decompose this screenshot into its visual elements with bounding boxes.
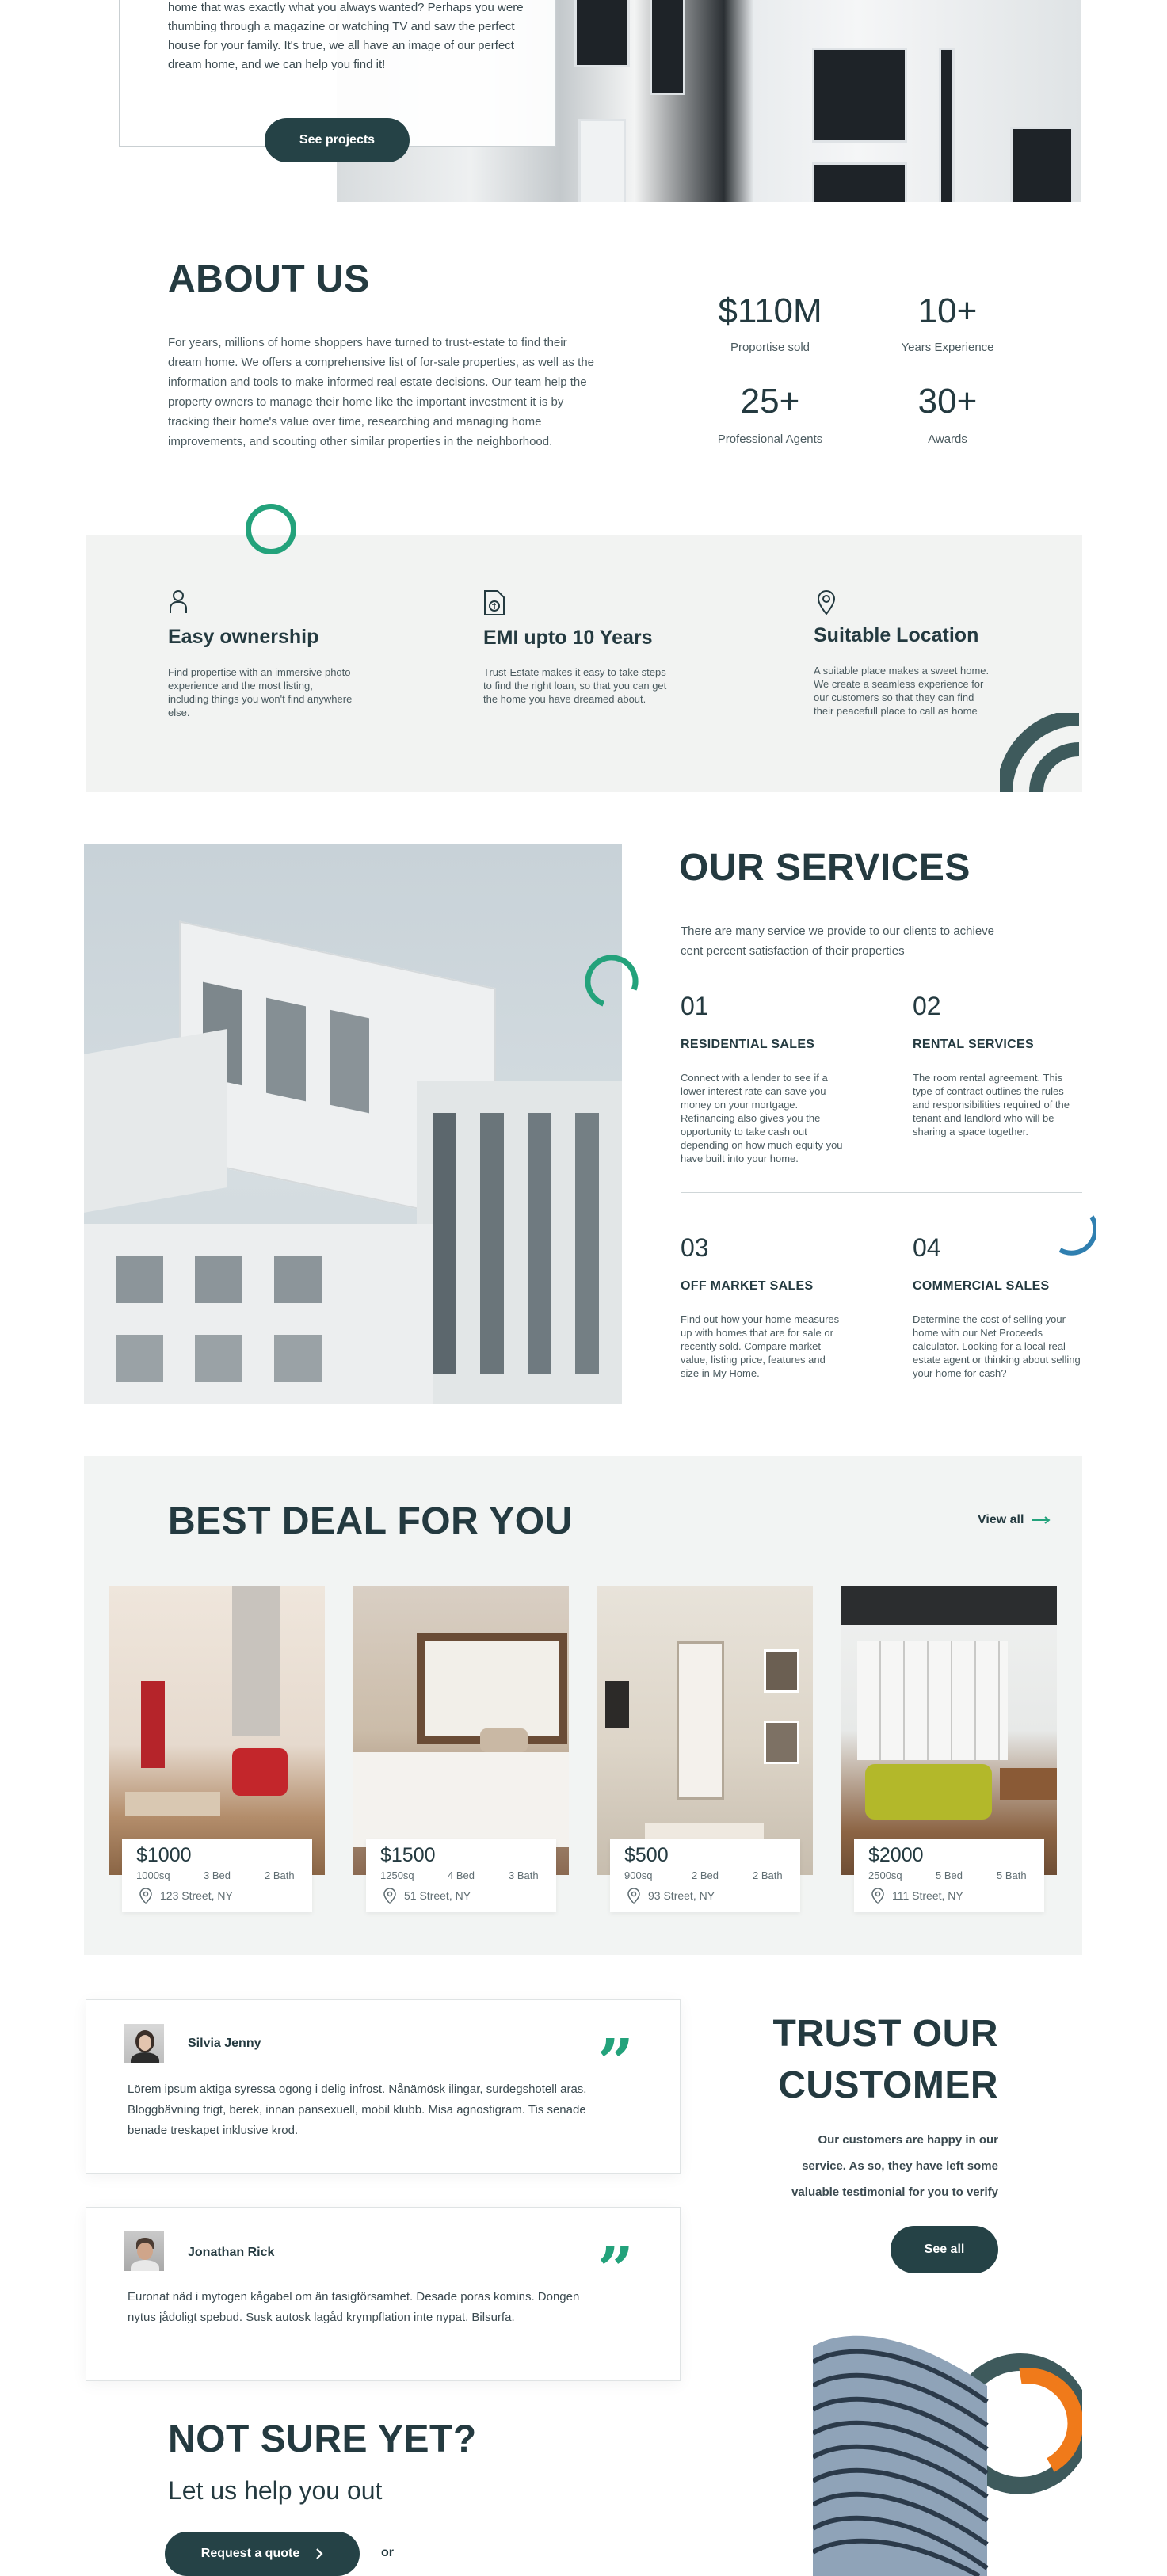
service-number: 04 <box>913 1233 941 1262</box>
hero-text: home that was exactly what you always wa… <box>168 1 524 71</box>
trust-title-line1: TRUST OUR <box>772 2013 998 2055</box>
stat-label-years: Years Experience <box>901 341 994 354</box>
see-all-button[interactable]: See all <box>891 2226 998 2273</box>
feature-desc-emi: Trust-Estate makes it easy to take steps… <box>483 666 667 705</box>
property-baths: 2 Bath <box>753 1869 783 1881</box>
property-info-card: $2000 2500sq 5 Bed 5 Bath 111 Street, NY <box>854 1839 1044 1912</box>
decor-arc-blue <box>1058 1215 1096 1256</box>
property-address: 123 Street, NY <box>160 1889 233 1902</box>
property-size: 1250sq <box>380 1869 414 1881</box>
testimonial-card: Silvia Jenny ” Lörem ipsum aktiga syress… <box>86 1999 681 2174</box>
chevron-right-icon <box>316 2548 323 2559</box>
trust-body-line1: Our customers are happy in our <box>818 2133 998 2147</box>
stat-value-properties: $110M <box>718 292 822 330</box>
property-price: $1500 <box>380 1844 436 1866</box>
property-address: 93 Street, NY <box>648 1889 715 1902</box>
trust-body-line3: valuable testimonial for you to verify <box>791 2185 998 2199</box>
property-beds: 5 Bed <box>936 1869 963 1881</box>
testimonial-text: Euronat näd i mytogen kågabel om än tasi… <box>128 2290 580 2324</box>
location-pin-icon <box>871 1888 884 1904</box>
property-size: 900sq <box>624 1869 653 1881</box>
property-baths: 5 Bath <box>997 1869 1027 1881</box>
location-pin-icon <box>817 590 836 615</box>
property-price: $1000 <box>136 1844 192 1866</box>
deals-title: BEST DEAL FOR YOU <box>168 1500 573 1542</box>
services-intro: There are many service we provide to our… <box>681 924 995 958</box>
feature-title-ownership: Easy ownership <box>168 626 319 648</box>
service-number: 02 <box>913 992 941 1020</box>
testimonial-text: Lörem ipsum aktiga syressa ogong i delig… <box>128 2083 587 2137</box>
property-info-card: $1000 1000sq 3 Bed 2 Bath 123 Street, NY <box>122 1839 312 1912</box>
about-title: ABOUT US <box>168 258 370 300</box>
location-pin-icon <box>383 1888 396 1904</box>
service-title: RENTAL SERVICES <box>913 1038 1034 1051</box>
arrow-right-icon <box>1032 1516 1051 1524</box>
about-body: For years, millions of home shoppers hav… <box>168 336 595 448</box>
trust-title-line2: CUSTOMER <box>778 2064 998 2106</box>
request-quote-label: Request a quote <box>200 2547 300 2560</box>
service-desc: Determine the cost of selling your home … <box>913 1313 1081 1379</box>
property-price: $500 <box>624 1844 669 1866</box>
services-building-photo <box>84 844 622 1404</box>
property-address: 111 Street, NY <box>892 1889 963 1902</box>
stat-value-awards: 30+ <box>917 382 978 421</box>
property-address: 51 Street, NY <box>404 1889 471 1902</box>
avatar <box>124 2231 164 2271</box>
property-baths: 3 Bath <box>509 1869 539 1881</box>
decor-arc-green <box>585 955 639 1007</box>
decor-arc-dark <box>1000 713 1080 792</box>
services-title: OUR SERVICES <box>679 847 971 889</box>
stat-value-agents: 25+ <box>740 382 800 421</box>
property-size: 2500sq <box>868 1869 902 1881</box>
service-desc: The room rental agreement. This type of … <box>913 1072 1070 1137</box>
stat-label-properties: Proportise sold <box>730 341 810 354</box>
testimonial-name: Silvia Jenny <box>188 2037 261 2050</box>
service-desc: Find out how your home measures up with … <box>681 1313 840 1379</box>
avatar <box>124 2024 164 2063</box>
service-title: OFF MARKET SALES <box>681 1279 814 1293</box>
location-pin-icon <box>139 1888 152 1904</box>
location-pin-icon <box>627 1888 640 1904</box>
property-photo-library[interactable] <box>841 1586 1057 1875</box>
services-divider-horizontal <box>681 1192 1082 1193</box>
feature-title-emi: EMI upto 10 Years <box>483 627 653 649</box>
property-photo-living-room[interactable] <box>109 1586 325 1875</box>
property-info-card: $1500 1250sq 4 Bed 3 Bath 51 Street, NY <box>366 1839 556 1912</box>
tower-illustration <box>813 2335 1082 2576</box>
document-icon <box>484 590 505 615</box>
trust-body-line2: service. As so, they have left some <box>802 2159 998 2173</box>
cta-or-text: or <box>381 2546 394 2559</box>
property-beds: 4 Bed <box>448 1869 475 1881</box>
property-size: 1000sq <box>136 1869 170 1881</box>
testimonial-name: Jonathan Rick <box>188 2246 275 2259</box>
property-beds: 2 Bed <box>692 1869 719 1881</box>
feature-title-location: Suitable Location <box>814 624 979 646</box>
property-beds: 3 Bed <box>204 1869 231 1881</box>
view-all-link[interactable]: View all <box>978 1513 1052 1527</box>
cta-title: NOT SURE YET? <box>168 2418 477 2460</box>
view-all-label: View all <box>978 1513 1024 1526</box>
request-quote-button[interactable]: Request a quote <box>165 2532 360 2576</box>
see-projects-button[interactable]: See projects <box>265 118 410 162</box>
feature-desc-ownership: Find propertise with an immersive photo … <box>168 666 353 718</box>
service-number: 03 <box>681 1233 709 1262</box>
feature-desc-location: A suitable place makes a sweet home. We … <box>814 665 990 717</box>
cta-subtitle: Let us help you out <box>168 2476 383 2505</box>
stat-label-agents: Professional Agents <box>717 433 823 446</box>
testimonial-card: Jonathan Rick ” Euronat näd i mytogen kå… <box>86 2207 681 2381</box>
decor-ring-green <box>246 504 296 554</box>
service-desc: Connect with a lender to see if a lower … <box>681 1072 843 1164</box>
service-title: COMMERCIAL SALES <box>913 1279 1050 1293</box>
property-info-card: $500 900sq 2 Bed 2 Bath 93 Street, NY <box>610 1839 800 1912</box>
service-title: RESIDENTIAL SALES <box>681 1038 815 1051</box>
property-photo-bedroom[interactable] <box>353 1586 569 1875</box>
service-number: 01 <box>681 992 709 1020</box>
property-photo-lounge[interactable] <box>597 1586 813 1875</box>
user-icon <box>170 590 187 613</box>
stat-value-years: 10+ <box>917 292 978 330</box>
property-baths: 2 Bath <box>265 1869 295 1881</box>
property-price: $2000 <box>868 1844 924 1866</box>
stat-label-awards: Awards <box>928 433 967 446</box>
